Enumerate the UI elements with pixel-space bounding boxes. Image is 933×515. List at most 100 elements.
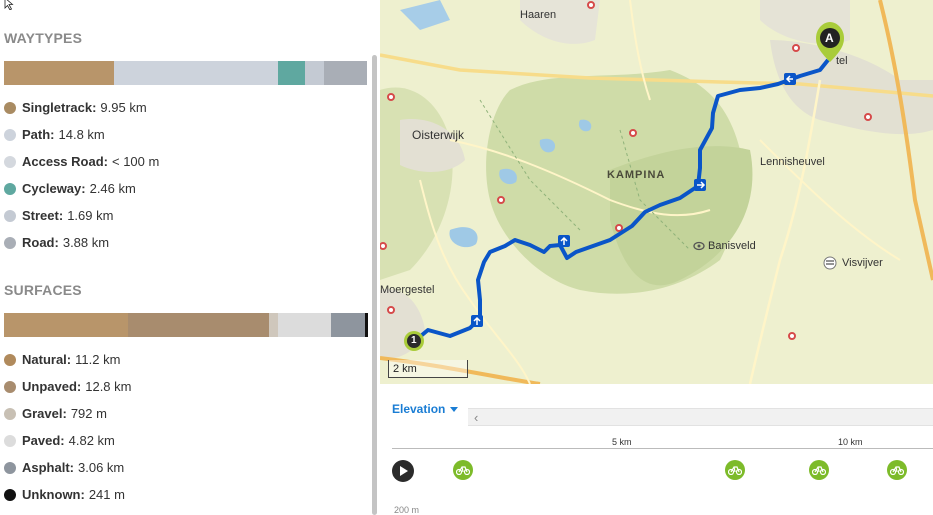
lake-north <box>400 0 450 30</box>
surfaces-legend-item[interactable]: Asphalt: 3.06 km <box>4 454 364 481</box>
bike-icon[interactable] <box>809 460 829 480</box>
map-scale: 2 km <box>388 360 468 378</box>
legend-swatch-icon <box>4 128 16 141</box>
bike-icon[interactable] <box>887 460 907 480</box>
legend-label: Natural: <box>22 352 72 367</box>
legend-swatch-icon <box>4 182 16 195</box>
surfaces-legend-item[interactable]: Natural: 11.2 km <box>4 346 364 373</box>
chevron-down-icon <box>450 406 459 412</box>
pond <box>449 227 478 248</box>
legend-value: 12.8 km <box>85 379 132 394</box>
legend-value: 14.8 km <box>58 127 105 142</box>
route-stats-panel: WAYTYPES Singletrack: 9.95 km Path: 14.8 km… <box>0 0 380 515</box>
surfaces-bar-segment <box>365 313 368 337</box>
axis-label-5km: 5 km <box>612 437 632 447</box>
cursor-icon <box>4 0 14 10</box>
waytypes-bar <box>4 61 368 85</box>
surfaces-legend-item[interactable]: Paved: 4.82 km <box>4 427 364 454</box>
surfaces-bar-segment <box>4 313 128 337</box>
play-icon[interactable] <box>392 460 414 482</box>
bike-icon[interactable] <box>725 460 745 480</box>
chevron-left-icon[interactable]: ‹ <box>474 410 478 425</box>
legend-swatch-icon <box>4 461 16 474</box>
waypoint-marker-label: 1 <box>411 335 417 346</box>
legend-value: 9.95 km <box>100 100 147 115</box>
legend-label: Paved: <box>22 433 65 448</box>
legend-swatch-icon <box>4 155 16 168</box>
surfaces-bar-segment <box>269 313 279 337</box>
elevation-y-label: 200 m <box>394 505 420 515</box>
waytypes-bar-segment <box>323 61 367 85</box>
elevation-dropdown[interactable]: Elevation <box>392 402 459 416</box>
highway-a2 <box>878 0 933 281</box>
waytypes-legend: Singletrack: 9.95 km Path: 14.8 km Access Ro… <box>4 94 364 256</box>
place-label-boxtel: tel <box>836 55 848 67</box>
surfaces-title: SURFACES <box>4 282 82 298</box>
elevation-panel: Elevation ‹ 5 km 10 km 200 m <box>380 384 933 515</box>
legend-value: 4.82 km <box>68 433 115 448</box>
legend-label: Asphalt: <box>22 460 74 475</box>
place-label-banisveld: Banisveld <box>708 240 756 252</box>
legend-value: 1.69 km <box>67 208 114 223</box>
legend-swatch-icon <box>4 407 16 420</box>
elevation-header-label: Elevation <box>392 402 446 416</box>
elevation-scroll-track[interactable]: ‹ <box>468 408 933 426</box>
legend-label: Gravel: <box>22 406 67 421</box>
surfaces-bar-segment <box>127 313 270 337</box>
waytypes-title: WAYTYPES <box>4 30 83 46</box>
legend-swatch-icon <box>4 209 16 222</box>
start-marker-label: A <box>825 31 834 45</box>
road <box>748 79 822 384</box>
legend-value: 241 m <box>88 487 125 502</box>
legend-value: 11.2 km <box>75 352 121 367</box>
legend-value: 2.46 km <box>89 181 136 196</box>
waytypes-bar-segment <box>4 61 115 85</box>
waytypes-bar-segment <box>114 61 279 85</box>
legend-swatch-icon <box>4 353 16 366</box>
legend-label: Unpaved: <box>22 379 82 394</box>
distance-axis <box>392 448 933 449</box>
surfaces-legend-item[interactable]: Unpaved: 12.8 km <box>4 373 364 400</box>
legend-label: Singletrack: <box>22 100 97 115</box>
place-label-visvijver: Visvijver <box>842 257 883 269</box>
fishing-icon <box>823 256 837 270</box>
place-label-moergestel: Moergestel <box>380 284 435 296</box>
waytypes-legend-item[interactable]: Access Road: < 100 m <box>4 148 364 175</box>
panel-scrollbar[interactable] <box>372 55 377 515</box>
legend-swatch-icon <box>4 236 16 249</box>
surfaces-legend-item[interactable]: Unknown: 241 m <box>4 481 364 508</box>
place-label-lennisheuvel: Lennisheuvel <box>760 156 825 168</box>
legend-label: Unknown: <box>22 487 85 502</box>
surfaces-bar-segment <box>278 313 332 337</box>
place-label-oisterwijk: Oisterwijk <box>412 128 465 142</box>
legend-swatch-icon <box>4 434 16 447</box>
legend-label: Access Road: <box>22 154 108 169</box>
legend-value: 3.06 km <box>78 460 125 475</box>
bike-icon[interactable] <box>453 460 473 480</box>
legend-value: 3.88 km <box>62 235 110 250</box>
route-map[interactable]: Haaren Oisterwijk KAMPINA Lennisheuvel B… <box>380 0 933 384</box>
legend-swatch-icon <box>4 101 16 114</box>
waytypes-legend-item[interactable]: Street: 1.69 km <box>4 202 364 229</box>
legend-label: Path: <box>22 127 55 142</box>
waytypes-bar-segment <box>278 61 306 85</box>
surfaces-legend-item[interactable]: Gravel: 792 m <box>4 400 364 427</box>
legend-label: Cycleway: <box>22 181 86 196</box>
place-label-haaren: Haaren <box>520 9 557 21</box>
town-area-oisterwijk <box>400 119 465 172</box>
waytypes-legend-item[interactable]: Singletrack: 9.95 km <box>4 94 364 121</box>
legend-swatch-icon <box>4 488 16 501</box>
surfaces-bar <box>4 313 368 337</box>
place-label-kampina: KAMPINA <box>607 169 666 181</box>
waytypes-legend-item[interactable]: Path: 14.8 km <box>4 121 364 148</box>
waytypes-legend-item[interactable]: Road: 3.88 km <box>4 229 364 256</box>
legend-swatch-icon <box>4 380 16 393</box>
legend-label: Street: <box>22 208 64 223</box>
waytypes-legend-item[interactable]: Cycleway: 2.46 km <box>4 175 364 202</box>
legend-value: < 100 m <box>111 154 160 169</box>
surfaces-bar-segment <box>331 313 366 337</box>
map-canvas <box>380 0 933 384</box>
waytypes-bar-segment <box>305 61 324 85</box>
legend-label: Road: <box>22 235 59 250</box>
axis-label-10km: 10 km <box>838 437 863 447</box>
